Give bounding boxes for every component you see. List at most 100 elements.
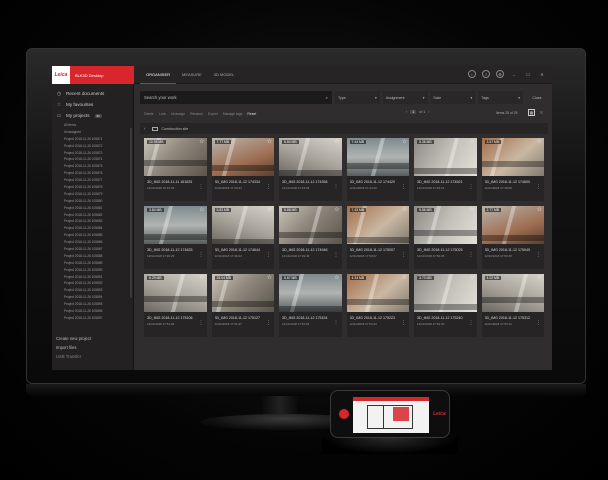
- photo-card[interactable]: 5.67 MB ☆ 3D_IMG 2018-11-12 175154 12/11/20…: [279, 274, 342, 337]
- unassign-button[interactable]: Unassign: [171, 112, 185, 116]
- favourite-star-icon[interactable]: ☆: [199, 206, 204, 213]
- sidebar-scrollbar[interactable]: [130, 128, 132, 298]
- sidebar-project-item[interactable]: Project 2018-11-26 105894: [52, 294, 133, 301]
- maximize-icon[interactable]: ☐: [524, 70, 532, 78]
- photo-thumbnail[interactable]: 5.83 MB ☆: [211, 206, 274, 244]
- photo-card[interactable]: 5.36 MB ☆ 3D_IMG 2018-11-12 174521 12/11/20…: [414, 138, 477, 201]
- more-options-icon[interactable]: ⋮: [469, 321, 474, 326]
- filter-date[interactable]: Date ▾: [430, 91, 476, 104]
- photo-thumbnail[interactable]: 4.02 MB ☆: [481, 274, 544, 312]
- sidebar-project-item[interactable]: Project 2018-11-26 105893: [52, 287, 133, 294]
- close-filters-button[interactable]: Close: [526, 91, 548, 104]
- tab-3d-model[interactable]: 3D MODEL: [208, 66, 240, 84]
- photo-card[interactable]: 5.88 MB ☆ 3D_IMG 2018-11-12 174946 12/11/20…: [279, 206, 342, 269]
- more-options-icon[interactable]: ⋮: [199, 253, 204, 258]
- photo-card[interactable]: 3.70 MB ☆ 3D_IMG 2018-11-12 175240 12/11/20…: [414, 274, 477, 337]
- next-page-icon[interactable]: ›: [428, 110, 429, 114]
- more-options-icon[interactable]: ⋮: [199, 321, 204, 326]
- filter-type[interactable]: Type ▾: [335, 91, 380, 104]
- sidebar-project-item[interactable]: Project 2018-11-26 105889: [52, 260, 133, 267]
- sidebar-item-projects[interactable]: ▭ My projects 86: [52, 110, 133, 121]
- sidebar-project-item[interactable]: Project 2018-11-26 105876: [52, 170, 133, 177]
- photo-card[interactable]: 5.83 MB ☆ 3D_IMG 2018-11-12 174644 12/11/20…: [211, 206, 274, 269]
- favourite-star-icon[interactable]: ☆: [334, 274, 339, 281]
- list-view-icon[interactable]: ≡: [538, 109, 545, 116]
- photo-card[interactable]: 5.56 MB ☆ 3D_IMG 2018-11-12 175025 12/11/20…: [414, 206, 477, 269]
- photo-thumbnail[interactable]: 5.67 MB ☆: [279, 274, 342, 312]
- help-icon[interactable]: ?: [482, 70, 490, 78]
- photo-thumbnail[interactable]: 4.34 MB ☆: [346, 274, 409, 312]
- sidebar-project-item[interactable]: Project 2018-11-26 105880: [52, 198, 133, 205]
- favourite-star-icon[interactable]: ☆: [199, 138, 204, 145]
- photo-card[interactable]: 3.57 MB ☆ 3D_IMG 2018-11-12 174600 12/11/20…: [481, 138, 544, 201]
- photo-card[interactable]: 3.84 MB ☆ 3D_IMG 2018-11-12 174625 12/11/20…: [144, 206, 207, 269]
- photo-thumbnail[interactable]: 7.77 MB ☆: [211, 138, 274, 176]
- sidebar-project-item[interactable]: Project 2018-11-26 105878: [52, 184, 133, 191]
- close-icon[interactable]: ✕: [538, 70, 546, 78]
- favourite-star-icon[interactable]: ☆: [267, 274, 272, 281]
- sidebar-project-item[interactable]: Project 2018-11-26 105883: [52, 218, 133, 225]
- favourite-star-icon[interactable]: ☆: [402, 138, 407, 145]
- more-options-icon[interactable]: ⋮: [536, 185, 541, 190]
- back-icon[interactable]: ‹: [144, 126, 146, 131]
- more-options-icon[interactable]: ⋮: [334, 185, 339, 190]
- favourite-star-icon[interactable]: ☆: [469, 138, 474, 145]
- more-options-icon[interactable]: ⋮: [266, 321, 271, 326]
- import-files-link[interactable]: Import files: [56, 345, 91, 354]
- prev-page-icon[interactable]: ‹: [406, 110, 407, 114]
- info-icon[interactable]: i: [468, 70, 476, 78]
- favourite-star-icon[interactable]: ☆: [334, 138, 339, 145]
- more-options-icon[interactable]: ⋮: [199, 185, 204, 190]
- photo-thumbnail[interactable]: 5.88 MB ☆: [279, 206, 342, 244]
- favourite-star-icon[interactable]: ☆: [334, 206, 339, 213]
- more-options-icon[interactable]: ⋮: [469, 253, 474, 258]
- sidebar-project-item[interactable]: Project 2018-11-26 105895: [52, 301, 133, 308]
- sidebar-project-item[interactable]: All items: [52, 122, 133, 129]
- sidebar-project-item[interactable]: Project 2018-11-26 105896: [52, 308, 133, 315]
- more-options-icon[interactable]: ⋮: [401, 185, 406, 190]
- sidebar-project-item[interactable]: Project 2018-11-26 105877: [52, 177, 133, 184]
- favourite-star-icon[interactable]: ☆: [469, 206, 474, 213]
- photo-card[interactable]: 2.77 MB ☆ 3D_IMG 2018-11-12 175045 12/11/20…: [481, 206, 544, 269]
- sidebar-item-favourites[interactable]: ☆ My favourites: [52, 99, 133, 110]
- tab-organiser[interactable]: ORGANISER: [140, 66, 177, 84]
- more-options-icon[interactable]: ⋮: [266, 253, 271, 258]
- manage-tags-button[interactable]: Manage tags: [223, 112, 243, 116]
- photo-thumbnail[interactable]: 3.70 MB ☆: [414, 274, 477, 312]
- sidebar-project-item[interactable]: Project 2018-11-26 105874: [52, 156, 133, 163]
- minimize-icon[interactable]: –: [510, 70, 518, 78]
- photo-thumbnail[interactable]: 25.04 MB ☆: [211, 274, 274, 312]
- breadcrumb-folder[interactable]: Construction site: [162, 127, 189, 131]
- photo-card[interactable]: 4.34 MB ☆ 3D_IMG 2018-11-12 175223 12/11/20…: [346, 274, 409, 337]
- photo-thumbnail[interactable]: 5.56 MB ☆: [414, 206, 477, 244]
- filter-tags[interactable]: Tags ▾: [478, 91, 523, 104]
- sidebar-project-item[interactable]: Project 2018-11-26 105881: [52, 205, 133, 212]
- more-options-icon[interactable]: ⋮: [536, 321, 541, 326]
- photo-thumbnail[interactable]: 10.95 MB ☆: [144, 138, 207, 176]
- photo-card[interactable]: 6.29 MB ☆ 3D_IMG 2018-11-12 175106 12/11/20…: [144, 274, 207, 337]
- photo-card[interactable]: 4.02 MB ☆ 3D_IMG 2018-11-12 175312 12/11/20…: [481, 274, 544, 337]
- tab-measure[interactable]: MEASURE: [176, 66, 208, 84]
- lock-button[interactable]: Lock: [159, 112, 166, 116]
- favourite-star-icon[interactable]: ☆: [267, 206, 272, 213]
- photo-card[interactable]: 10.95 MB ☆ 3D_IMG 2018-11-11 161625 12/11/2…: [144, 138, 207, 201]
- sidebar-project-item[interactable]: Project 2018-11-26 105872: [52, 143, 133, 150]
- sidebar-project-item[interactable]: Project 2018-11-26 105884: [52, 225, 133, 232]
- delete-button[interactable]: Delete: [144, 112, 154, 116]
- favourite-star-icon[interactable]: ☆: [469, 274, 474, 281]
- search-input[interactable]: Search your work ⌕: [140, 91, 332, 104]
- sidebar-project-item[interactable]: Project 2018-11-26 105879: [52, 191, 133, 198]
- photo-card[interactable]: 5.84 MB ☆ 3D_IMG 2018-11-12 174356 12/11/20…: [279, 138, 342, 201]
- sidebar-item-recent[interactable]: ◷ Recent documents: [52, 88, 133, 99]
- usb-transfer-link[interactable]: USB Transfer: [56, 354, 91, 363]
- sidebar-project-item[interactable]: Project 2018-11-26 105890: [52, 267, 133, 274]
- photo-thumbnail[interactable]: 5.36 MB ☆: [414, 138, 477, 176]
- photo-thumbnail[interactable]: 7.44 MB ☆: [346, 138, 409, 176]
- favourite-star-icon[interactable]: ☆: [537, 206, 542, 213]
- photo-thumbnail[interactable]: 7.43 MB ☆: [346, 206, 409, 244]
- favourite-star-icon[interactable]: ☆: [537, 138, 542, 145]
- more-options-icon[interactable]: ⋮: [266, 185, 271, 190]
- reset-button[interactable]: Reset: [247, 112, 256, 116]
- sidebar-project-item[interactable]: Project 2018-11-26 105882: [52, 212, 133, 219]
- sidebar-project-item[interactable]: Project 2018-11-26 105887: [52, 246, 133, 253]
